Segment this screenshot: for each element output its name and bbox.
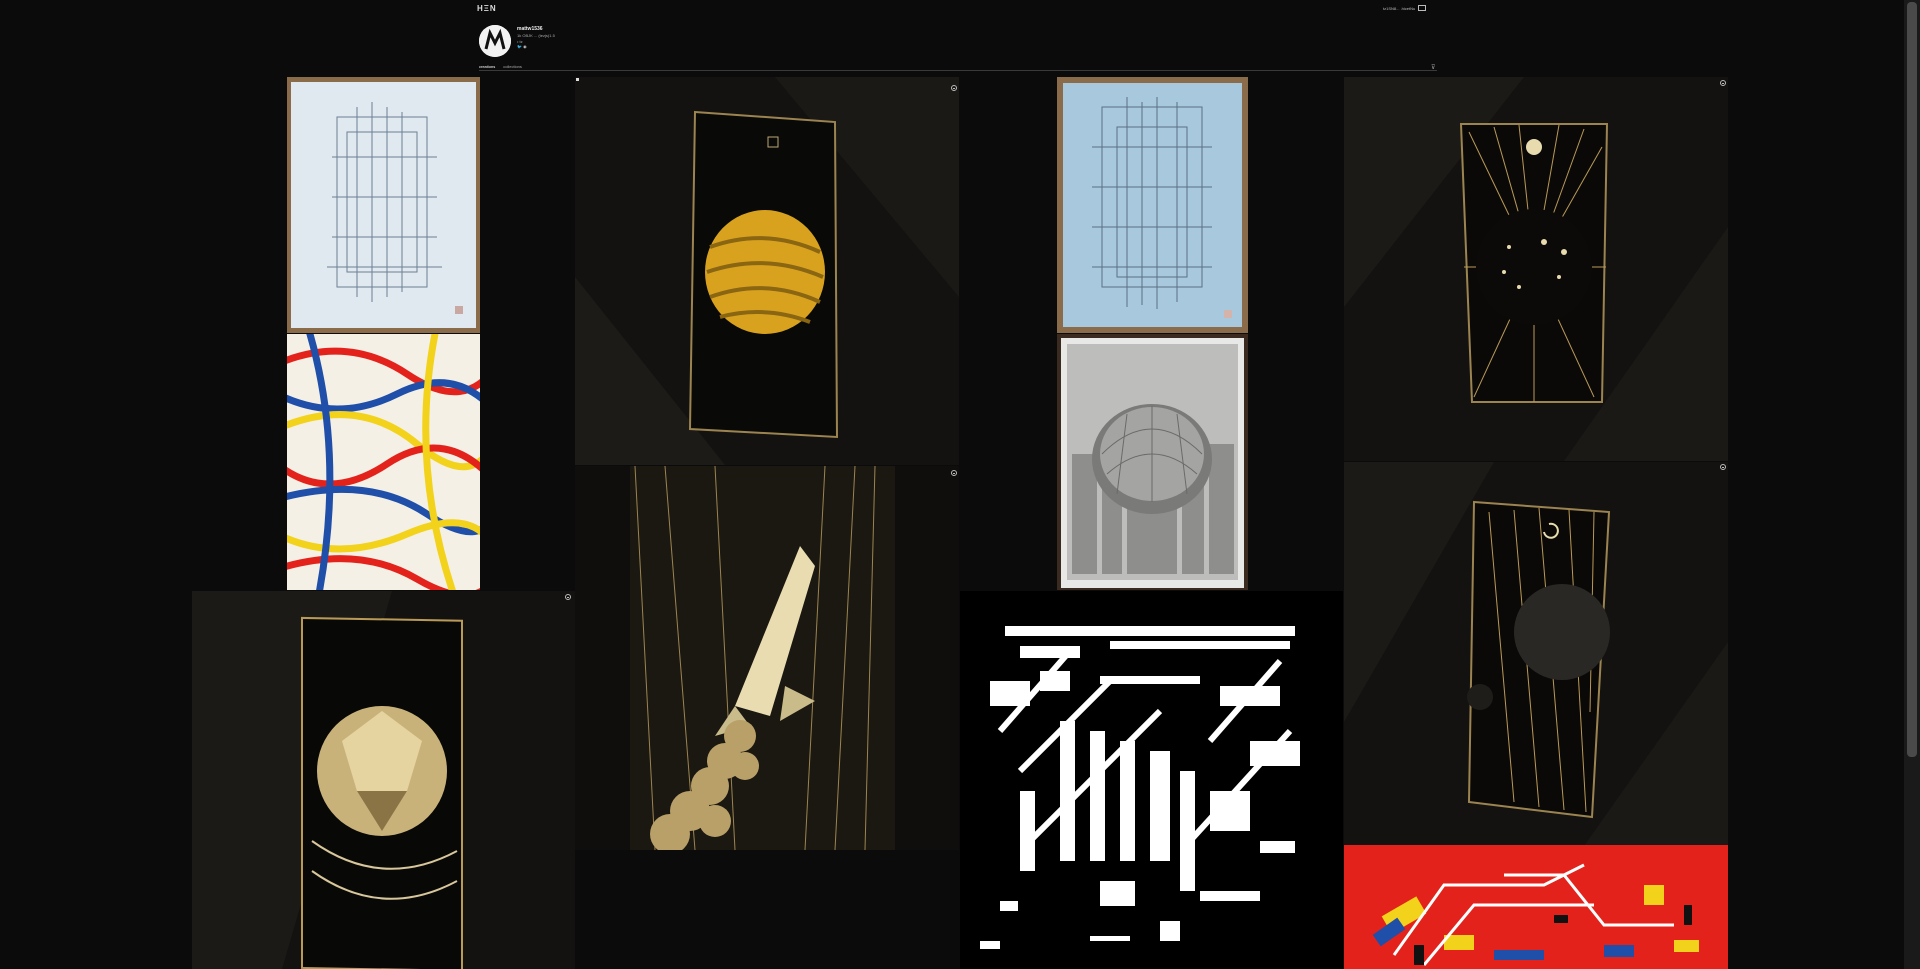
artwork-blueprint-tower-image (291, 82, 476, 328)
artwork-gold-starburst[interactable] (1344, 77, 1728, 461)
artwork-city-dome[interactable] (1057, 334, 1248, 590)
wallet-address-text: tz1SN8... .hicetNu (1383, 5, 1416, 11)
artwork-gold-dark-moon-image (1344, 462, 1728, 846)
artwork-city-dome-image (1061, 338, 1244, 588)
artwork-color-swirl[interactable] (287, 334, 480, 590)
wallet-icon (1418, 5, 1427, 11)
profile-username: mattw1536 (517, 26, 543, 32)
scrollbar-thumb[interactable] (1907, 2, 1917, 757)
artwork-gold-sphere-image (575, 77, 959, 465)
wallet-address[interactable]: tz1SN8... .hicetNu (1383, 5, 1427, 11)
artwork-gold-geodesic-planet[interactable] (192, 591, 575, 969)
artwork-color-swirl-image (287, 334, 480, 590)
artwork-blueprint-tower-blue-image (1063, 83, 1242, 327)
owned-indicator (576, 78, 579, 81)
artwork-gold-rocket-image (575, 466, 959, 850)
site-logo[interactable]: HΞN (477, 4, 497, 13)
header-divider (479, 70, 1437, 71)
artwork-red-circuit[interactable] (1344, 845, 1728, 969)
more-options-icon[interactable] (565, 594, 571, 600)
more-options-icon[interactable] (951, 85, 957, 91)
artwork-gold-dark-moon[interactable] (1344, 462, 1728, 846)
tab-collections[interactable]: collections (503, 64, 522, 69)
more-options-icon[interactable] (951, 470, 957, 476)
tab-creations[interactable]: creations (479, 64, 495, 69)
more-options-icon[interactable] (1720, 80, 1726, 86)
artwork-gold-geodesic-planet-image (192, 591, 575, 969)
social-links[interactable]: 🐦 ◉ (517, 44, 527, 49)
more-options-icon[interactable] (1720, 464, 1726, 470)
avatar-logo (479, 25, 511, 57)
avatar (479, 25, 511, 57)
artwork-gold-sphere[interactable] (575, 77, 959, 465)
artwork-bw-circuit[interactable] (960, 591, 1343, 969)
artwork-gold-starburst-image (1344, 77, 1728, 461)
artwork-red-circuit-image (1344, 845, 1728, 969)
artwork-gold-rocket[interactable] (575, 466, 959, 850)
profile-stats: 1k OBJK ... (tezjs)1.5 (517, 33, 555, 38)
artwork-blueprint-tower[interactable] (287, 77, 480, 333)
artwork-blueprint-tower-blue[interactable] (1057, 77, 1248, 333)
artwork-bw-circuit-image (960, 591, 1343, 969)
profile-tabs: creations collections (479, 64, 522, 69)
